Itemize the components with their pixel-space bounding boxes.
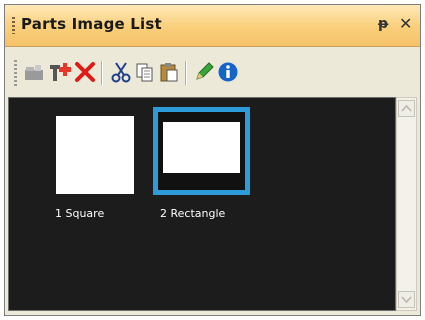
scroll-up-button[interactable] xyxy=(398,100,415,117)
toolbar-grip[interactable] xyxy=(14,60,17,86)
image-list-area[interactable]: 1 Square 2 Rectangle xyxy=(8,97,396,311)
drag-grip[interactable] xyxy=(12,17,15,34)
edit-pencil-icon[interactable] xyxy=(192,60,216,84)
delete-icon[interactable] xyxy=(73,60,97,84)
copy-icon[interactable] xyxy=(133,60,157,84)
square-thumbnail[interactable] xyxy=(56,116,134,194)
selection-highlight[interactable] xyxy=(153,107,250,195)
toolbar-separator xyxy=(101,61,103,85)
cut-icon[interactable] xyxy=(109,60,133,84)
toolbar xyxy=(5,47,420,97)
paste-icon[interactable] xyxy=(157,60,181,84)
rectangle-thumbnail xyxy=(163,122,240,173)
open-folder-icon[interactable] xyxy=(22,60,46,84)
pin-icon[interactable]: ᵽ xyxy=(378,16,388,32)
close-icon[interactable]: ✕ xyxy=(399,14,412,33)
panel-title: Parts Image List xyxy=(21,15,162,33)
parts-image-list-panel: Parts Image List ᵽ ✕ 1 Square 2 Rectangl… xyxy=(4,4,421,316)
toolbar-separator xyxy=(185,61,187,85)
item-label: 1 Square xyxy=(55,207,105,220)
info-icon[interactable] xyxy=(216,60,240,84)
scroll-down-button[interactable] xyxy=(398,291,415,308)
item-label: 2 Rectangle xyxy=(160,207,226,220)
add-part-icon[interactable] xyxy=(48,60,72,84)
vertical-scrollbar[interactable] xyxy=(396,97,417,311)
title-bar[interactable]: Parts Image List ᵽ ✕ xyxy=(5,5,420,47)
